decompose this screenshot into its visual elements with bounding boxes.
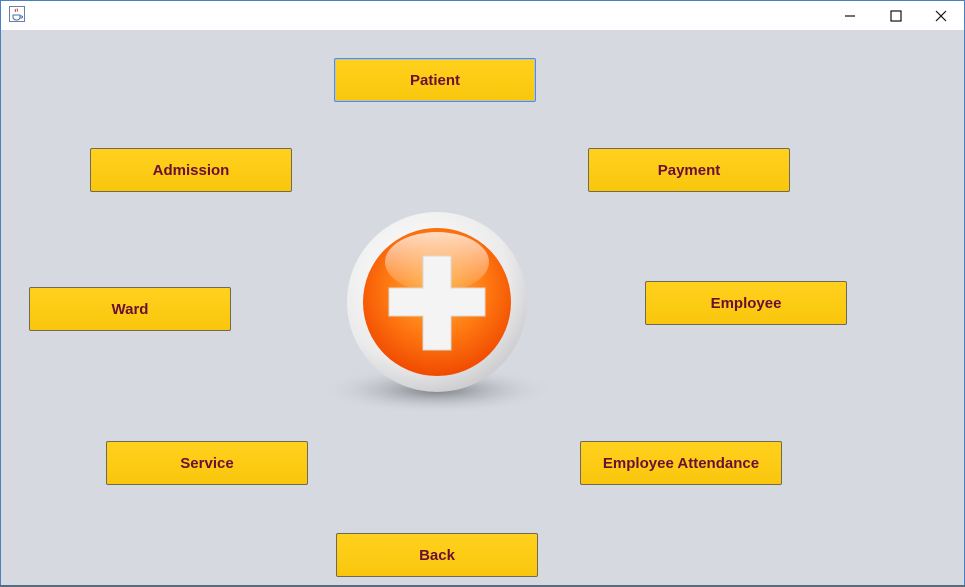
java-cup-icon[interactable] [9, 6, 25, 22]
payment-button[interactable]: Payment [588, 148, 790, 192]
service-button[interactable]: Service [106, 441, 308, 485]
employee-button[interactable]: Employee [645, 281, 847, 325]
close-button[interactable] [918, 1, 964, 30]
minimize-button[interactable] [827, 1, 873, 30]
close-icon [935, 10, 947, 21]
medical-cross-icon [319, 212, 555, 414]
patient-button[interactable]: Patient [334, 58, 536, 102]
app-window: Patient Admission Payment Ward Employee … [0, 0, 965, 587]
maximize-button[interactable] [873, 1, 919, 30]
ward-button[interactable]: Ward [29, 287, 231, 331]
title-bar[interactable] [1, 1, 964, 30]
minimize-icon [845, 14, 855, 17]
admission-button[interactable]: Admission [90, 148, 292, 192]
employee-attendance-button[interactable]: Employee Attendance [580, 441, 782, 485]
main-panel: Patient Admission Payment Ward Employee … [1, 30, 964, 586]
back-button[interactable]: Back [336, 533, 538, 577]
maximize-icon [890, 9, 902, 22]
